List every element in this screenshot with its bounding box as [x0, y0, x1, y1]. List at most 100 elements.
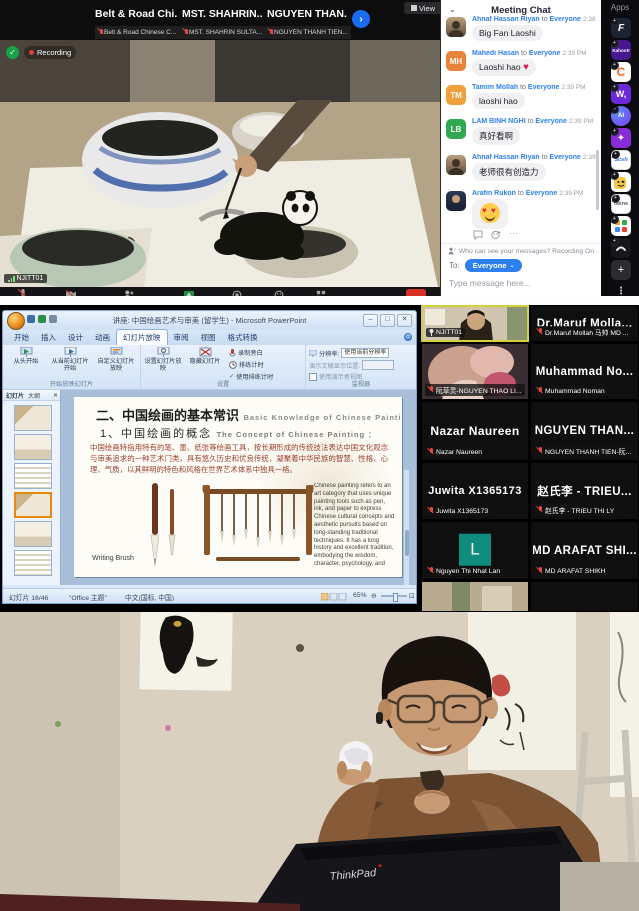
thumbnail-strip-1[interactable]: Belt & Road Chinese C...: [95, 26, 183, 39]
app-icon-twine[interactable]: +twine: [611, 194, 631, 214]
maximize-button[interactable]: □: [380, 314, 395, 327]
app-icon-scsh[interactable]: +Scsh: [611, 150, 631, 170]
hide-slide-button[interactable]: 隐藏幻灯片: [185, 347, 225, 366]
participant-tile[interactable]: 赵氏李 - TRIEU... 赵氏李 - TRIEU THI LY: [530, 462, 639, 520]
quote-reply-icon[interactable]: [473, 230, 483, 240]
view-mode-buttons[interactable]: [321, 593, 347, 601]
tab-format-convert[interactable]: 格式转换: [222, 330, 264, 345]
minimize-button[interactable]: –: [363, 314, 378, 327]
zoom-slider-thumb[interactable]: [393, 593, 398, 602]
app-icon-phone[interactable]: +: [611, 238, 631, 258]
participant-tile[interactable]: Nazar Naureen Nazar Naureen: [421, 401, 529, 461]
view-button[interactable]: View: [404, 2, 442, 14]
next-page-button[interactable]: ›: [352, 10, 370, 28]
slide-thumbnail[interactable]: [14, 521, 52, 547]
tab-home[interactable]: 开始: [8, 330, 35, 345]
tab-view[interactable]: 视图: [195, 330, 222, 345]
sender-name[interactable]: Arafin Rukon: [472, 190, 516, 197]
from-current-button[interactable]: 从当前幻灯片开始: [50, 347, 90, 373]
participant-tile[interactable]: Muhammad No... Muhammad Noman: [530, 343, 639, 400]
tab-slideshow[interactable]: 幻灯片放映: [116, 329, 168, 345]
app-add-badge[interactable]: +: [611, 194, 620, 203]
recipient-name[interactable]: Everyone: [528, 84, 560, 91]
slide-thumbnail[interactable]: [14, 550, 52, 576]
show-on-dropdown[interactable]: [362, 360, 394, 370]
record-narration-button[interactable]: 录制旁白: [229, 348, 263, 357]
reactions-icon[interactable]: [274, 289, 284, 296]
gallery-tab-3[interactable]: NGUYEN THAN...: [267, 3, 347, 24]
fit-to-window-button[interactable]: ⊡: [409, 592, 415, 600]
slide-canvas[interactable]: 二、中国绘画的基本常识 Basic Knowledge of Chinese P…: [74, 397, 402, 577]
participant-tile[interactable]: L Nguyen Thi Nhat Lan: [421, 521, 529, 580]
slide-scrollbar[interactable]: [404, 470, 409, 585]
recipient-name[interactable]: Everyone: [549, 16, 581, 23]
add-reaction-icon[interactable]: [491, 230, 501, 240]
app-icon-ai-companion[interactable]: +AI: [611, 106, 631, 126]
participant-tile[interactable]: Juwita X1365173 Juwita X1365173: [421, 462, 529, 520]
share-screen-icon[interactable]: [184, 289, 194, 296]
slide-thumbnail-current[interactable]: [14, 492, 52, 518]
app-icon-fathom[interactable]: +F: [611, 18, 631, 38]
recipient-name[interactable]: Everyone: [526, 190, 558, 197]
participant-tile[interactable]: [530, 581, 639, 612]
gallery-tab-1[interactable]: Belt & Road Chi...: [95, 3, 177, 24]
recipient-name[interactable]: Everyone: [549, 154, 581, 161]
tab-design[interactable]: 设计: [62, 330, 89, 345]
mic-off-icon[interactable]: [18, 289, 28, 296]
app-add-badge[interactable]: +: [611, 150, 620, 159]
camera-off-icon[interactable]: [66, 289, 76, 296]
app-icon-smiley[interactable]: +: [611, 172, 631, 192]
leave-meeting-button[interactable]: [406, 289, 426, 296]
chevron-down-icon[interactable]: ⌄: [449, 5, 456, 14]
more-actions-icon[interactable]: ···: [509, 230, 518, 240]
app-icon-launcher-grid[interactable]: +: [611, 216, 631, 236]
tab-insert[interactable]: 插入: [35, 330, 62, 345]
help-icon[interactable]: @: [404, 333, 412, 341]
chat-scrollbar[interactable]: [596, 150, 599, 210]
from-beginning-button[interactable]: 从头开始: [6, 347, 46, 366]
thumbnail-strip-3[interactable]: NGUYEN THANH TIEN...: [265, 26, 351, 39]
recording-indicator[interactable]: Recording: [24, 46, 76, 59]
tab-slides[interactable]: 幻灯片: [6, 391, 24, 400]
recipient-selector[interactable]: Everyone ⌄: [465, 259, 523, 272]
privacy-note[interactable]: ? Who can see your messages? Recording O…: [441, 243, 601, 255]
rehearse-timings-button[interactable]: 排练计时: [229, 360, 264, 369]
gallery-tab-2[interactable]: MST. SHAHRIN...: [182, 3, 262, 24]
close-panel-icon[interactable]: ✕: [53, 392, 58, 399]
record-icon[interactable]: [232, 289, 242, 296]
sender-name[interactable]: Ahnaf Hassan Riyan: [472, 16, 540, 23]
setup-show-button[interactable]: 设置幻灯片放映: [143, 347, 183, 373]
app-icon-kahoot[interactable]: +Kahoot!: [611, 40, 631, 60]
tab-review[interactable]: 审阅: [168, 330, 195, 345]
participants-icon[interactable]: [124, 289, 134, 296]
sender-name[interactable]: Ahnaf Hassan Riyan: [472, 154, 540, 161]
recipient-name[interactable]: Everyone: [535, 118, 567, 125]
sender-name[interactable]: Mahedi Hasan: [472, 50, 519, 57]
resolution-dropdown[interactable]: 使用当前分辨率: [341, 348, 389, 358]
recipient-name[interactable]: Everyone: [529, 50, 561, 57]
thumbnail-strip-2[interactable]: MST. SHAHRIN SULTA...: [180, 26, 268, 39]
zoom-slider[interactable]: [381, 595, 407, 597]
tab-animations[interactable]: 动画: [89, 330, 116, 345]
custom-show-button[interactable]: 自定义幻灯片放映: [96, 347, 136, 373]
close-button[interactable]: ✕: [397, 314, 412, 327]
app-icon-fan[interactable]: +✦: [611, 128, 631, 148]
app-icon-wooclap[interactable]: +W,: [611, 84, 631, 104]
add-app-button[interactable]: +: [611, 260, 631, 280]
participant-tile[interactable]: MD ARAFAT SHI... MD ARAFAT SHIKH: [530, 521, 639, 580]
participant-tile[interactable]: 阮草灵-NGUYEN THAO LI...: [421, 343, 529, 400]
security-shield-icon[interactable]: ✓: [6, 46, 19, 59]
sender-name[interactable]: LAM BINH NGHI: [472, 118, 526, 125]
slide-thumbnail[interactable]: [14, 405, 52, 431]
tab-outline[interactable]: 大纲: [28, 391, 40, 400]
participant-tile[interactable]: [421, 581, 529, 612]
chat-message-input[interactable]: [447, 277, 597, 289]
slide-thumbnail[interactable]: [14, 434, 52, 460]
slide-thumbnail[interactable]: [14, 463, 52, 489]
main-video-feed[interactable]: ✓ Recording NJITT01: [0, 40, 440, 287]
participant-tile[interactable]: NGUYEN THAN... NGUYEN THANH TIEN-阮...: [530, 401, 639, 461]
apps-toolbar-icon[interactable]: [316, 289, 326, 296]
participant-tile[interactable]: NJITT01: [421, 305, 529, 342]
sender-name[interactable]: Tamim Mollah: [472, 84, 518, 91]
app-icon-coursebox[interactable]: +C: [611, 62, 631, 82]
